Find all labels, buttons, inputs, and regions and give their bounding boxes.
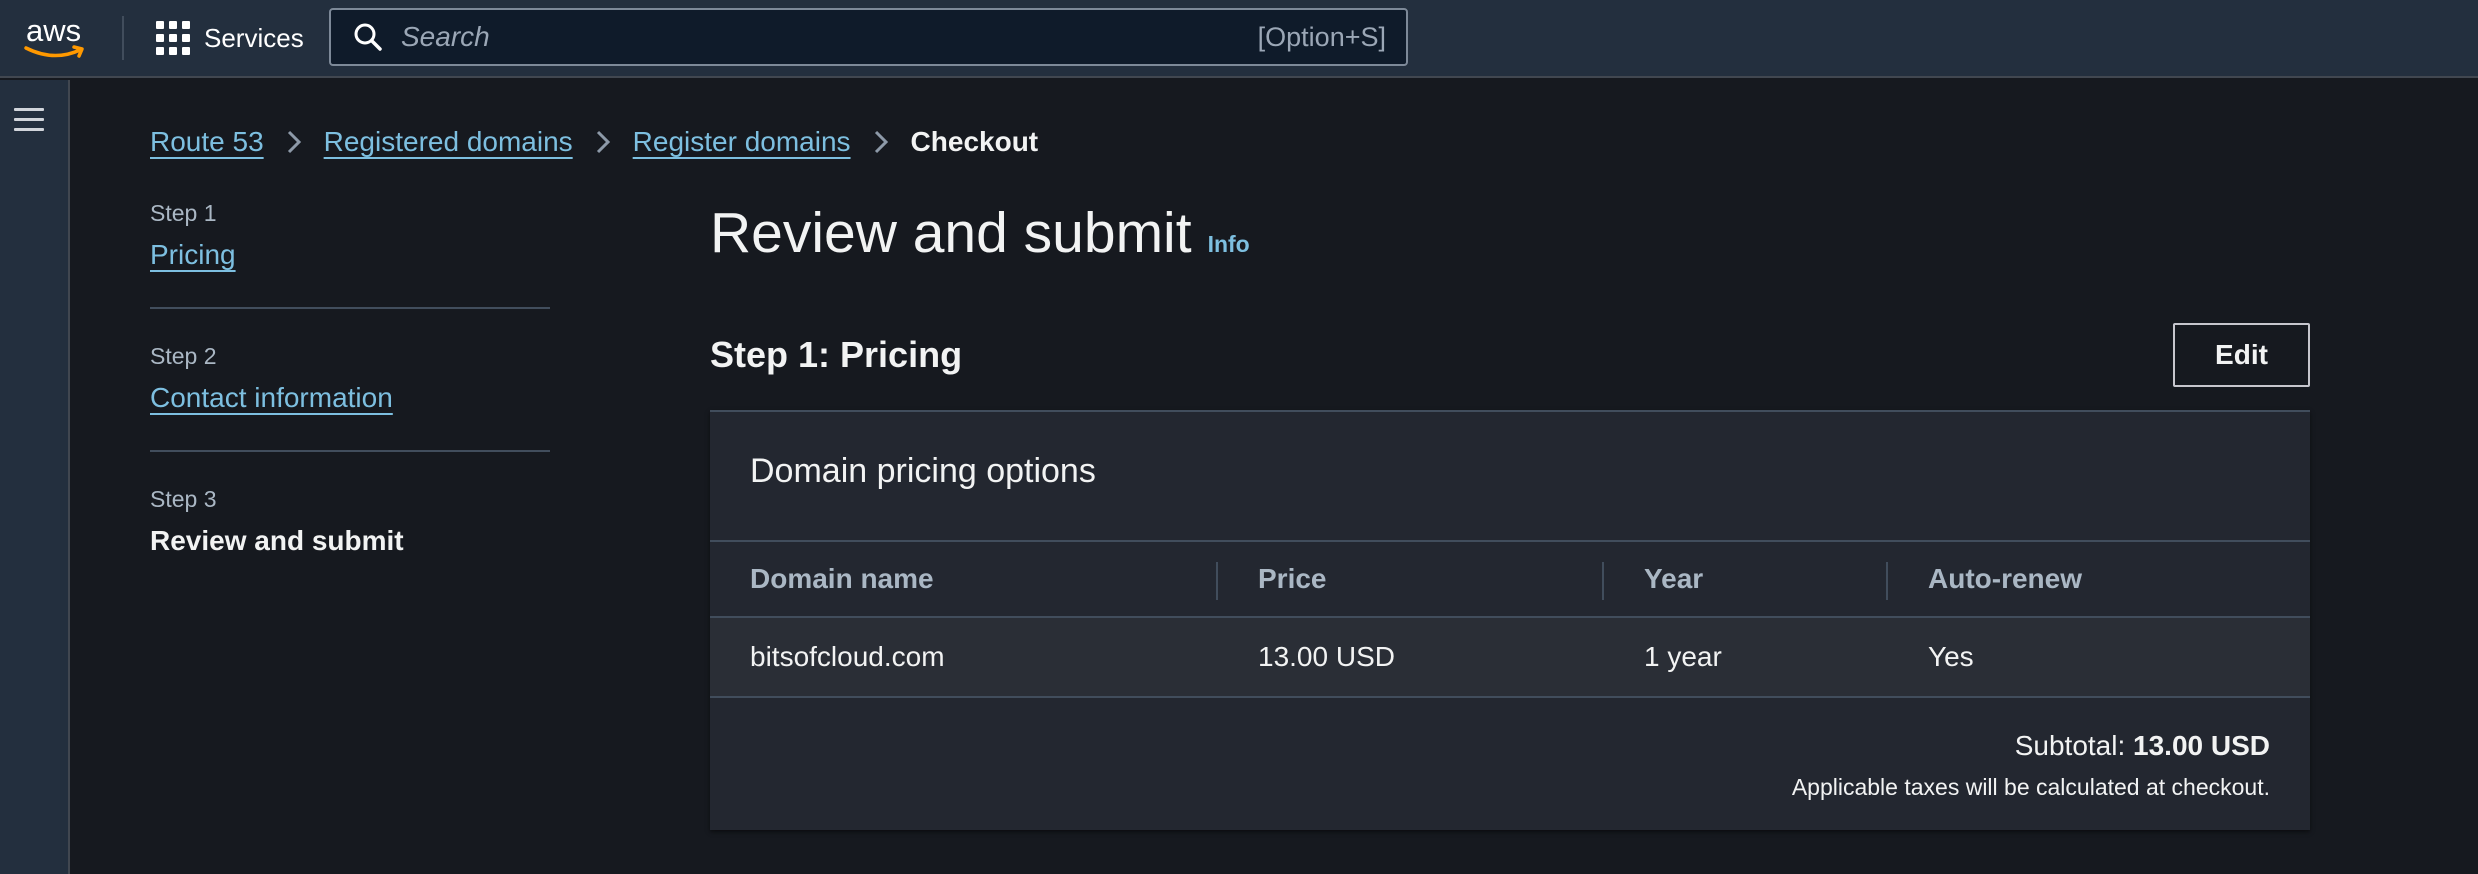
column-header-label: Year [1644, 563, 1704, 594]
page-header: Review and submit Info [710, 200, 1250, 266]
tax-note: Applicable taxes will be calculated at c… [1791, 774, 2270, 800]
chevron-right-icon [595, 129, 611, 155]
step-number: Step 1 [150, 200, 217, 226]
search-shortcut-hint: [Option+S] [1257, 21, 1386, 52]
search-input[interactable] [401, 21, 1258, 53]
search-bar[interactable]: [Option+S] [329, 8, 1408, 66]
domain-pricing-card: Domain pricing options Domain name Price… [710, 410, 2310, 830]
cell-auto-renew: Yes [1928, 641, 1974, 672]
column-header-label: Auto-renew [1928, 563, 2082, 594]
wizard-step-3: Step 3 Review and submit [150, 450, 550, 593]
column-header-auto-renew[interactable]: Auto-renew [1888, 542, 2310, 616]
info-link[interactable]: Info [1208, 231, 1250, 258]
page-title: Review and submit [710, 201, 1192, 265]
chevron-right-icon [873, 129, 889, 155]
step-link-pricing[interactable]: Pricing [150, 239, 236, 271]
column-header-label: Domain name [750, 563, 934, 594]
search-icon [354, 23, 382, 51]
services-label: Services [204, 22, 304, 53]
side-navigation-rail [0, 80, 70, 874]
section-title: Step 1: Pricing [710, 334, 963, 375]
step-number: Step 2 [150, 343, 217, 369]
breadcrumb-registered-domains[interactable]: Registered domains [324, 126, 573, 158]
services-menu-button[interactable]: Services [156, 18, 304, 58]
pricing-table: Domain name Price Year Auto-renew bitsof… [710, 540, 2310, 698]
wizard-steps: Step 1 Pricing Step 2 Contact informatio… [150, 200, 550, 593]
subtotal-section: Subtotal: 13.00 USD Applicable taxes wil… [1792, 730, 2270, 801]
aws-smile-icon [24, 45, 84, 58]
breadcrumb-route53[interactable]: Route 53 [150, 126, 264, 158]
top-navigation-bar: aws Services [Option+S] [0, 0, 2478, 78]
hamburger-menu-icon[interactable] [14, 108, 46, 134]
cell-year: 1 year [1644, 641, 1722, 672]
subtotal-label: Subtotal: [2014, 730, 2134, 761]
grid-menu-icon [156, 21, 190, 55]
column-header-domain-name[interactable]: Domain name [710, 542, 1218, 616]
wizard-step-2: Step 2 Contact information [150, 307, 550, 450]
table-row: bitsofcloud.com 13.00 USD 1 year Yes [710, 618, 2310, 698]
breadcrumb-register-domains[interactable]: Register domains [633, 126, 851, 158]
subtotal-value: 13.00 USD [2133, 730, 2270, 761]
aws-logo[interactable]: aws [24, 14, 92, 60]
section-header: Step 1: Pricing Edit [710, 322, 2310, 388]
breadcrumb-current: Checkout [910, 126, 1039, 157]
wizard-step-1: Step 1 Pricing [150, 200, 550, 307]
step-number: Step 3 [150, 486, 217, 512]
cell-price: 13.00 USD [1258, 641, 1395, 672]
table-header-row: Domain name Price Year Auto-renew [710, 540, 2310, 618]
header-divider [122, 16, 124, 60]
card-title: Domain pricing options [750, 452, 1096, 490]
cell-domain-name: bitsofcloud.com [750, 641, 945, 672]
step-link-contact-information[interactable]: Contact information [150, 382, 393, 414]
aws-logo-text: aws [26, 13, 82, 48]
breadcrumb: Route 53 Registered domains Register dom… [150, 122, 1038, 162]
edit-button[interactable]: Edit [2173, 323, 2310, 387]
column-header-price[interactable]: Price [1218, 542, 1604, 616]
step-current-review-and-submit: Review and submit [150, 525, 404, 556]
subtotal-line: Subtotal: 13.00 USD [1792, 730, 2270, 762]
column-header-label: Price [1258, 563, 1327, 594]
chevron-right-icon [286, 129, 302, 155]
column-header-year[interactable]: Year [1604, 542, 1888, 616]
